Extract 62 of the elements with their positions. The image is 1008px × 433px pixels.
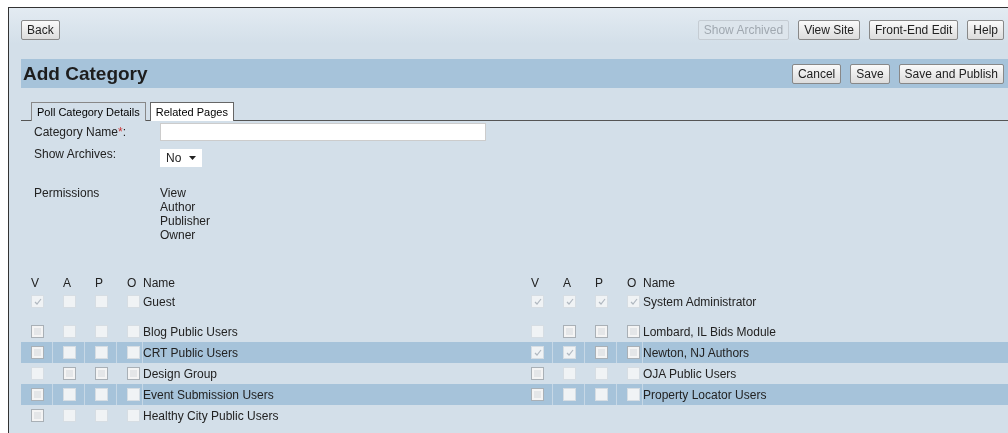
action-button[interactable]: Cancel: [791, 63, 842, 84]
permissions-label: Permissions: [34, 186, 101, 202]
column-header: P: [594, 276, 604, 291]
group-name: Lombard, IL Bids Module: [643, 324, 776, 339]
group-name: Blog Public Users: [143, 324, 238, 339]
legend-item: View: [160, 186, 187, 200]
checkbox[interactable]: [31, 409, 44, 422]
checkbox[interactable]: [531, 388, 544, 401]
group-name: Newton, NJ Authors: [643, 345, 750, 360]
group-name: OJA Public Users: [643, 366, 737, 381]
group-name: Healthy City Public Users: [143, 408, 279, 423]
checkbox[interactable]: [63, 367, 76, 380]
check-icon: [33, 297, 42, 306]
column-header: Name: [643, 276, 676, 291]
group-name: CRT Public Users: [143, 345, 238, 360]
group-name: Property Locator Users: [643, 387, 767, 402]
group-name: Guest: [143, 294, 175, 309]
checkbox[interactable]: [31, 325, 44, 338]
check-icon: [533, 348, 542, 357]
column-header: A: [62, 276, 72, 291]
caret-icon: [189, 156, 197, 160]
action-button[interactable]: Save: [850, 63, 890, 84]
checkbox[interactable]: [531, 367, 544, 380]
legend-item: Owner: [160, 228, 197, 242]
toolbar-button[interactable]: Help: [967, 20, 1004, 40]
checkbox[interactable]: [95, 367, 108, 380]
column-header: P: [94, 276, 104, 291]
toolbar-button[interactable]: Front-End Edit: [868, 20, 959, 40]
checkbox[interactable]: [31, 346, 44, 359]
column-header: O: [626, 276, 638, 291]
group-name: Design Group: [143, 366, 218, 381]
column-header: Name: [143, 276, 176, 291]
checkbox[interactable]: [595, 346, 608, 359]
checkbox[interactable]: [627, 346, 640, 359]
check-icon: [533, 297, 542, 306]
checkbox[interactable]: [127, 367, 140, 380]
column-header: V: [530, 276, 540, 291]
checkbox[interactable]: [595, 325, 608, 338]
back-button[interactable]: Back: [21, 20, 60, 40]
checkbox[interactable]: [563, 325, 576, 338]
check-icon: [629, 297, 638, 306]
column-header: A: [562, 276, 572, 291]
checkbox[interactable]: [31, 388, 44, 401]
column-header: O: [126, 276, 138, 291]
toolbar-button[interactable]: View Site: [798, 20, 860, 40]
group-name: System Administrator: [643, 294, 757, 309]
check-icon: [597, 297, 606, 306]
check-icon: [565, 348, 574, 357]
column-header: V: [30, 276, 40, 291]
show-archives-dropdown[interactable]: No: [160, 149, 203, 167]
category-name-field[interactable]: [160, 123, 486, 141]
group-name: Event Submission Users: [143, 387, 274, 402]
check-icon: [565, 297, 574, 306]
action-button[interactable]: Save and Publish: [898, 63, 1004, 84]
legend-item: Author: [160, 200, 197, 214]
tab[interactable]: Related Pages: [149, 102, 234, 121]
checkbox[interactable]: [627, 325, 640, 338]
field-label: Category Name*:: [34, 125, 128, 139]
field-label: Show Archives:: [34, 147, 118, 161]
tab[interactable]: Poll Category Details: [31, 102, 146, 121]
legend-item: Publisher: [160, 214, 211, 228]
page-title: Add Category: [23, 62, 148, 85]
